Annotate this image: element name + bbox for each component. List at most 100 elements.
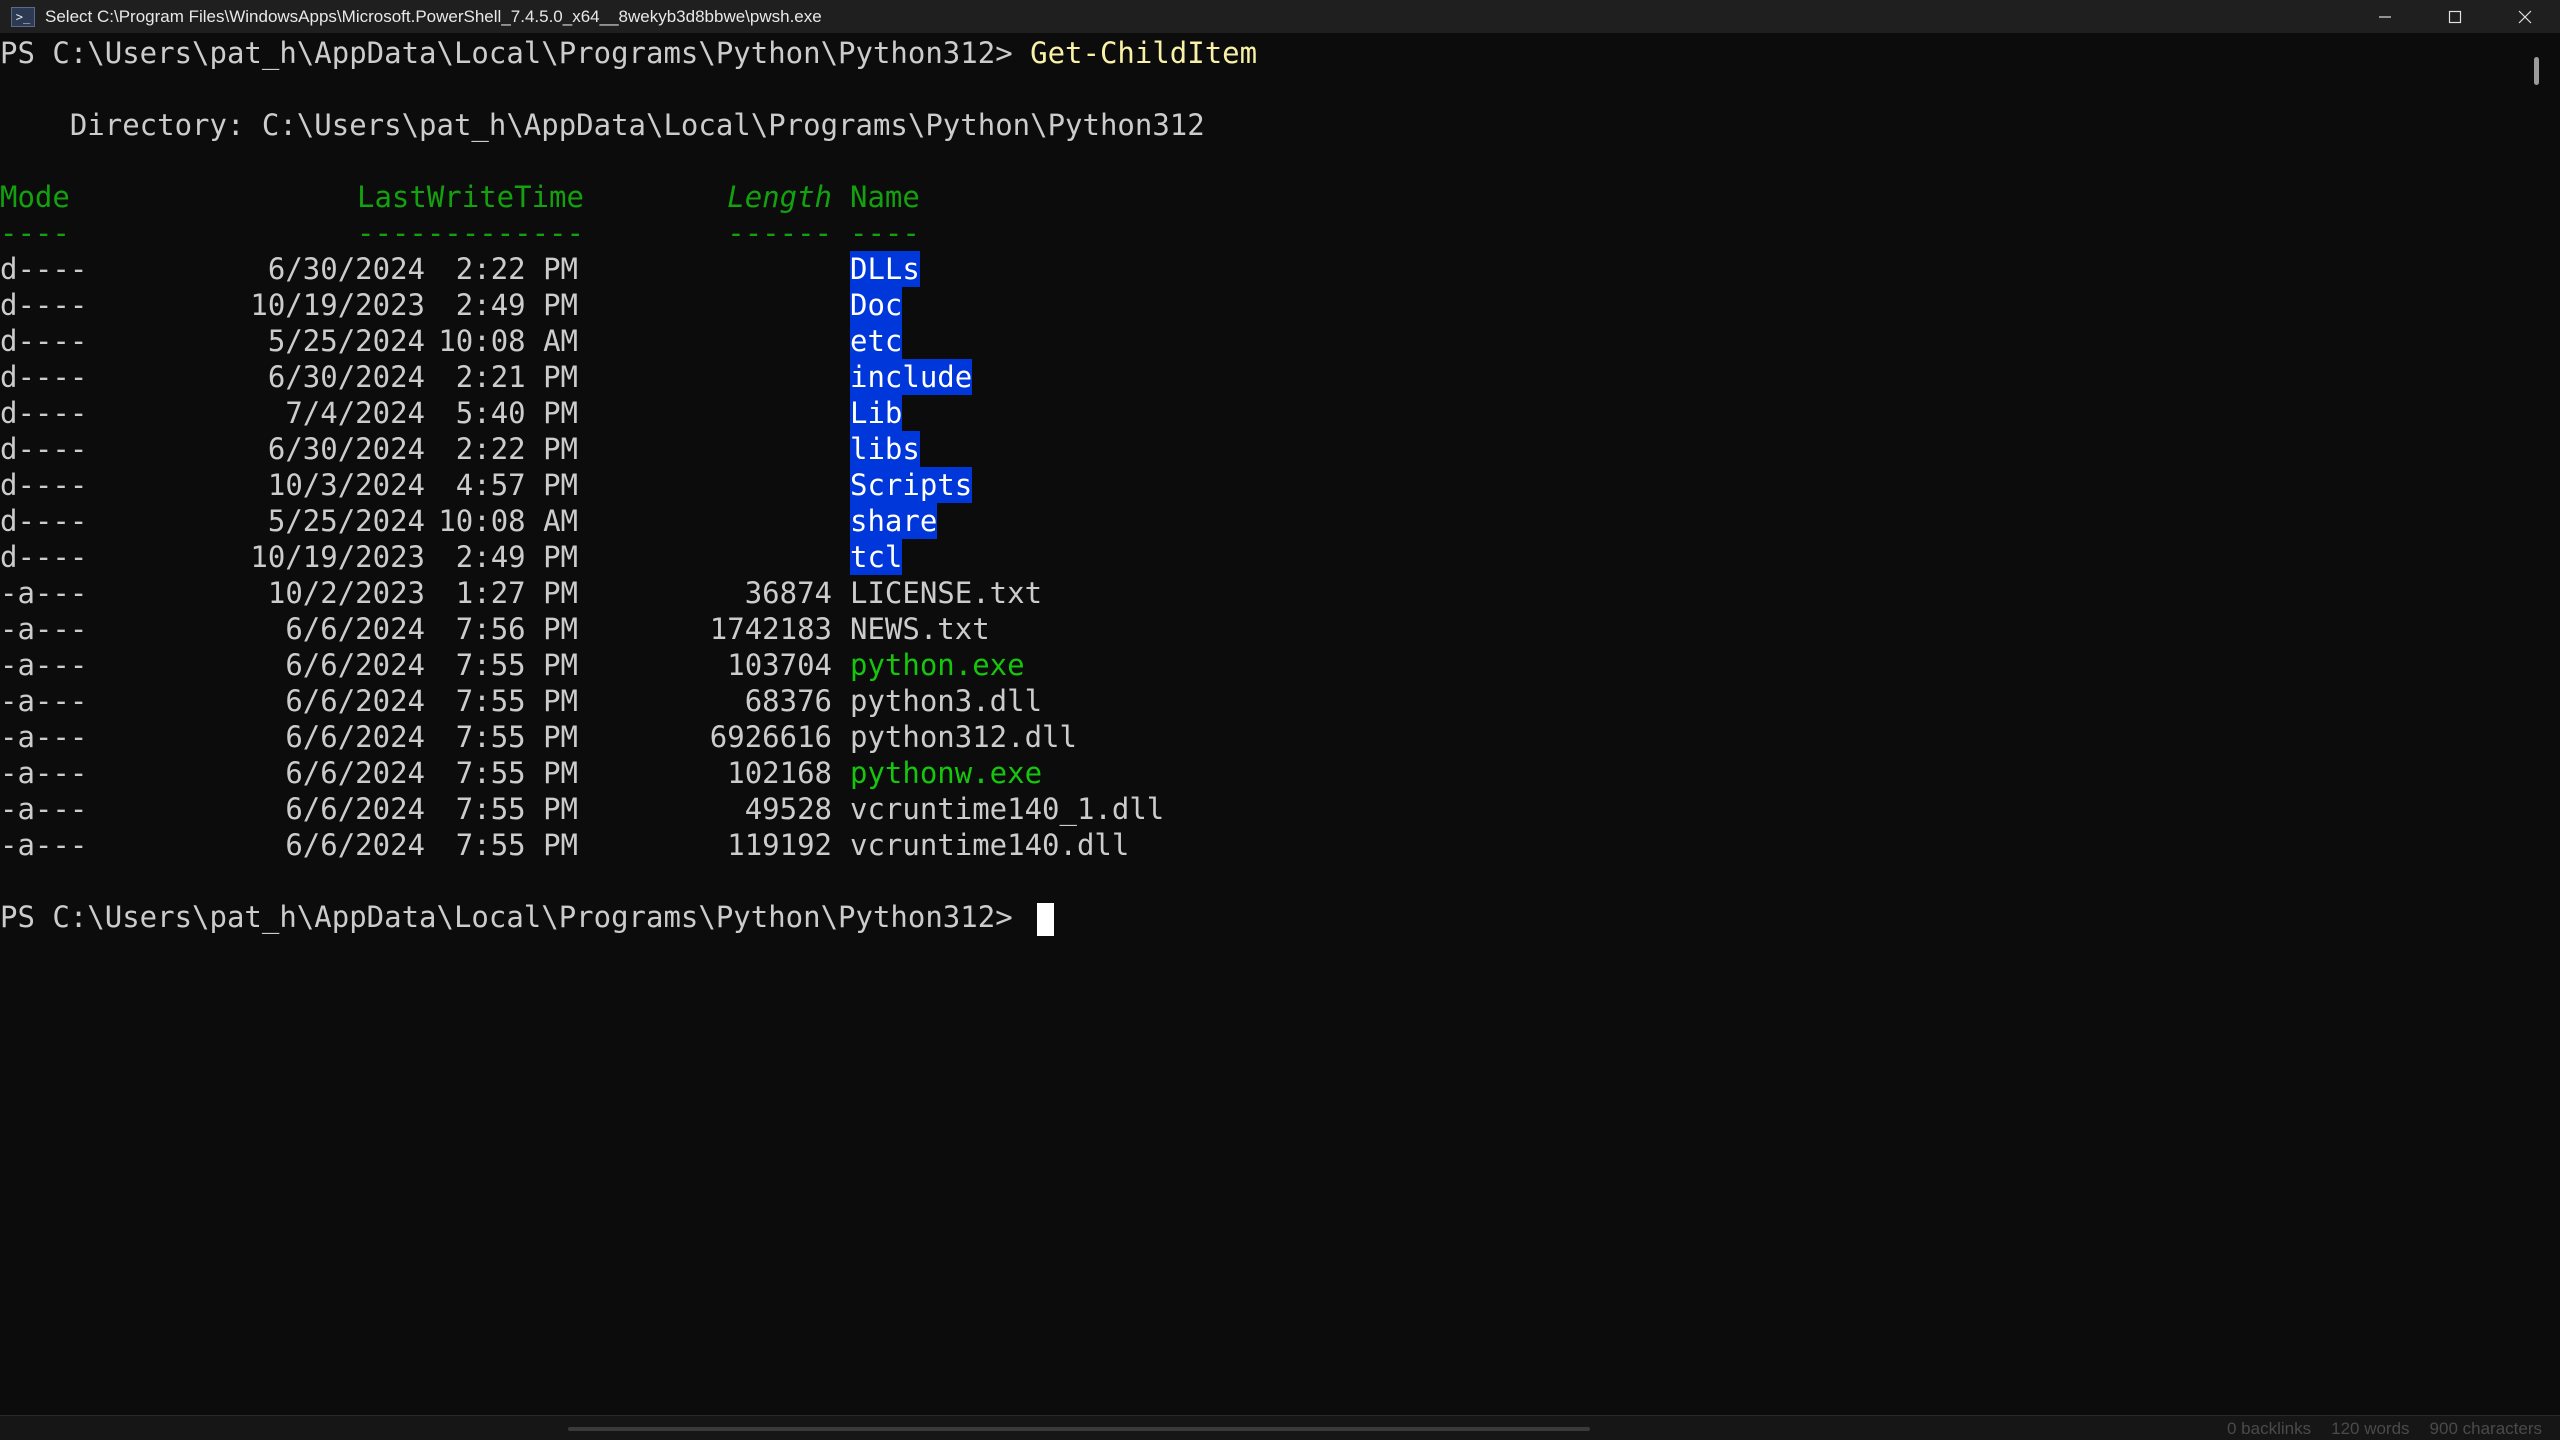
entry-time: 10:08 AM (438, 504, 578, 538)
list-item: -a--- 6/6/2024 7:56 PM 1742183 NEWS.txt (0, 611, 1200, 647)
entry-time: 2:22 PM (455, 432, 578, 466)
character-count: 900 characters (2429, 1419, 2542, 1438)
entry-date: 6/30/2024 (267, 252, 425, 286)
entry-length: 102168 (727, 756, 832, 790)
window-controls (2350, 0, 2560, 33)
entry-name: vcruntime140.dll (850, 828, 1130, 862)
list-item: d---- 7/4/2024 5:40 PM Lib (0, 395, 1200, 431)
entry-name: python.exe (850, 648, 1025, 682)
underline-length: ------ (727, 216, 832, 250)
entry-mode: -a--- (0, 792, 88, 826)
underline-row: ---- ------------- ------ ---- (0, 215, 1000, 251)
minimize-button[interactable] (2350, 0, 2420, 33)
entry-length: 6926616 (709, 720, 832, 754)
backlinks-count: 0 backlinks (2227, 1419, 2312, 1438)
entry-date: 6/6/2024 (285, 684, 425, 718)
vertical-scrollbar[interactable] (2512, 33, 2560, 1415)
maximize-button[interactable] (2420, 0, 2490, 33)
entry-date: 6/6/2024 (285, 648, 425, 682)
entry-name: Scripts (850, 467, 973, 503)
bottom-bar: 0 backlinks 120 words 900 characters (0, 1415, 2560, 1440)
title-bar[interactable]: >_ Select C:\Program Files\WindowsApps\M… (0, 0, 2560, 33)
entry-time: 10:08 AM (438, 324, 578, 358)
entry-date: 6/30/2024 (267, 432, 425, 466)
entry-name: LICENSE.txt (850, 576, 1043, 610)
entry-name: python3.dll (850, 684, 1043, 718)
entry-length: 119192 (727, 828, 832, 862)
list-item: -a--- 6/6/2024 7:55 PM 103704 python.exe (0, 647, 1200, 683)
entry-time: 1:27 PM (455, 576, 578, 610)
header-mode: Mode (0, 180, 70, 214)
entry-mode: d---- (0, 432, 88, 466)
list-item: d---- 5/25/2024 10:08 AM share (0, 503, 1200, 539)
entry-length: 49528 (744, 792, 832, 826)
close-button[interactable] (2490, 0, 2560, 33)
entry-time: 2:49 PM (455, 288, 578, 322)
maximize-icon (2448, 10, 2462, 23)
entry-mode: d---- (0, 252, 88, 286)
entry-mode: -a--- (0, 828, 88, 862)
entry-time: 7:55 PM (455, 684, 578, 718)
entry-name: include (850, 359, 973, 395)
header-lastwritetime: LastWriteTime (357, 180, 584, 214)
entry-time: 7:56 PM (455, 612, 578, 646)
prompt: PS C:\Users\pat_h\AppData\Local\Programs… (0, 36, 1031, 70)
entry-mode: d---- (0, 360, 88, 394)
entry-mode: -a--- (0, 648, 88, 682)
final-prompt-line[interactable]: PS C:\Users\pat_h\AppData\Local\Programs… (0, 899, 1055, 936)
underline-lastwritetime: ------------- (357, 216, 584, 250)
entry-length: 1742183 (709, 612, 832, 646)
entry-mode: -a--- (0, 612, 88, 646)
entry-date: 5/25/2024 (267, 324, 425, 358)
entry-time: 7:55 PM (455, 648, 578, 682)
close-icon (2518, 10, 2532, 23)
entry-date: 6/6/2024 (285, 828, 425, 862)
entry-time: 7:55 PM (455, 720, 578, 754)
scrollbar-thumb[interactable] (2534, 57, 2539, 85)
list-item: -a--- 6/6/2024 7:55 PM 68376 python3.dll (0, 683, 1200, 719)
prompt: PS C:\Users\pat_h\AppData\Local\Programs… (0, 900, 1031, 934)
word-count: 120 words (2331, 1419, 2410, 1438)
header-row: Mode LastWriteTime Length Name (0, 179, 1000, 215)
terminal-output[interactable]: PS C:\Users\pat_h\AppData\Local\Programs… (0, 33, 2512, 1415)
entry-mode: d---- (0, 396, 88, 430)
entry-name: NEWS.txt (850, 612, 990, 646)
entry-date: 6/6/2024 (285, 720, 425, 754)
list-item: -a--- 6/6/2024 7:55 PM 6926616 python312.dll (0, 719, 1200, 755)
entry-date: 10/2/2023 (267, 576, 425, 610)
underline-mode: ---- (0, 216, 70, 250)
list-item: d---- 6/30/2024 2:21 PM include (0, 359, 1200, 395)
entry-date: 7/4/2024 (285, 396, 425, 430)
entry-date: 6/6/2024 (285, 756, 425, 790)
entry-name: vcruntime140_1.dll (850, 792, 1165, 826)
entry-time: 5:40 PM (455, 396, 578, 430)
entry-date: 10/19/2023 (250, 288, 425, 322)
entry-name: tcl (850, 539, 903, 575)
list-item: -a--- 6/6/2024 7:55 PM 102168 pythonw.exe (0, 755, 1200, 791)
entry-date: 10/19/2023 (250, 540, 425, 574)
powershell-window: >_ Select C:\Program Files\WindowsApps\M… (0, 0, 2560, 1440)
entry-mode: d---- (0, 540, 88, 574)
entry-mode: -a--- (0, 684, 88, 718)
list-item: d---- 6/30/2024 2:22 PM libs (0, 431, 1200, 467)
entry-name: share (850, 503, 938, 539)
list-item: -a--- 6/6/2024 7:55 PM 119192 vcruntime140.d… (0, 827, 1200, 863)
entry-mode: -a--- (0, 756, 88, 790)
entry-name: pythonw.exe (850, 756, 1043, 790)
list-item: d---- 10/19/2023 2:49 PM Doc (0, 287, 1200, 323)
entry-mode: -a--- (0, 720, 88, 754)
entry-name: Lib (850, 395, 903, 431)
entry-date: 5/25/2024 (267, 504, 425, 538)
horizontal-scrollbar-thumb[interactable] (568, 1427, 1590, 1431)
text-cursor (1037, 902, 1055, 936)
entry-length: 36874 (744, 576, 832, 610)
minimize-icon (2379, 15, 2391, 18)
header-name: Name (850, 180, 920, 214)
list-item: d---- 5/25/2024 10:08 AM etc (0, 323, 1200, 359)
entry-name: etc (850, 323, 903, 359)
list-item: -a--- 6/6/2024 7:55 PM 49528 vcruntime140_1.… (0, 791, 1200, 827)
entry-mode: d---- (0, 504, 88, 538)
entry-time: 4:57 PM (455, 468, 578, 502)
entry-name: Doc (850, 287, 903, 323)
entry-mode: d---- (0, 288, 88, 322)
